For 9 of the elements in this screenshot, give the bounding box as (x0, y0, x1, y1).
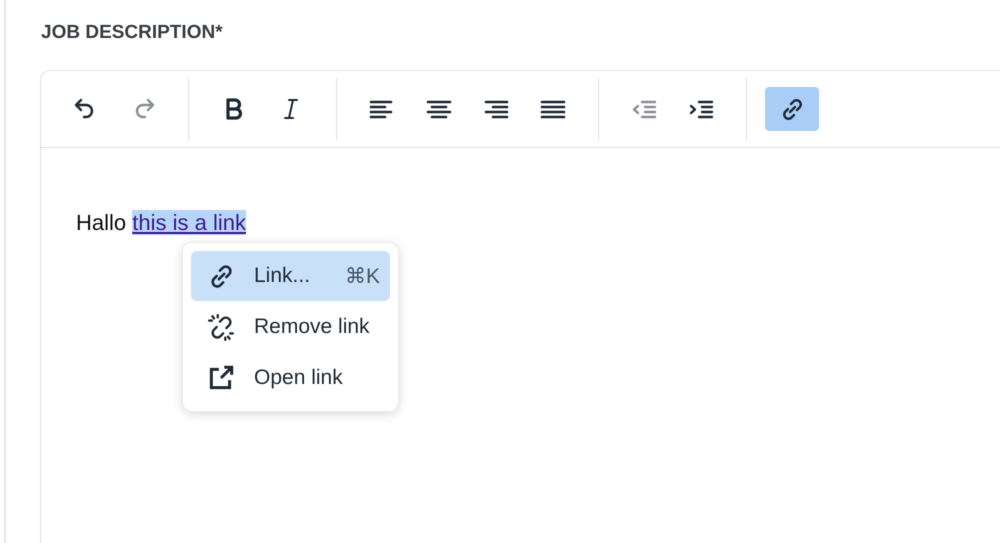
broken-link-icon (206, 312, 236, 342)
paragraph-text: Hallo this is a link (76, 210, 247, 236)
menu-item[interactable]: Open link (191, 353, 390, 403)
link-button[interactable] (765, 87, 819, 131)
menu-item[interactable]: Remove link (191, 302, 390, 352)
shortcut-text: ⌘K (344, 264, 380, 288)
field-label: JOB DESCRIPTION* (41, 22, 224, 44)
text-link[interactable]: this is a link (132, 210, 246, 235)
menu-item[interactable]: Link... ⌘K (191, 251, 390, 301)
